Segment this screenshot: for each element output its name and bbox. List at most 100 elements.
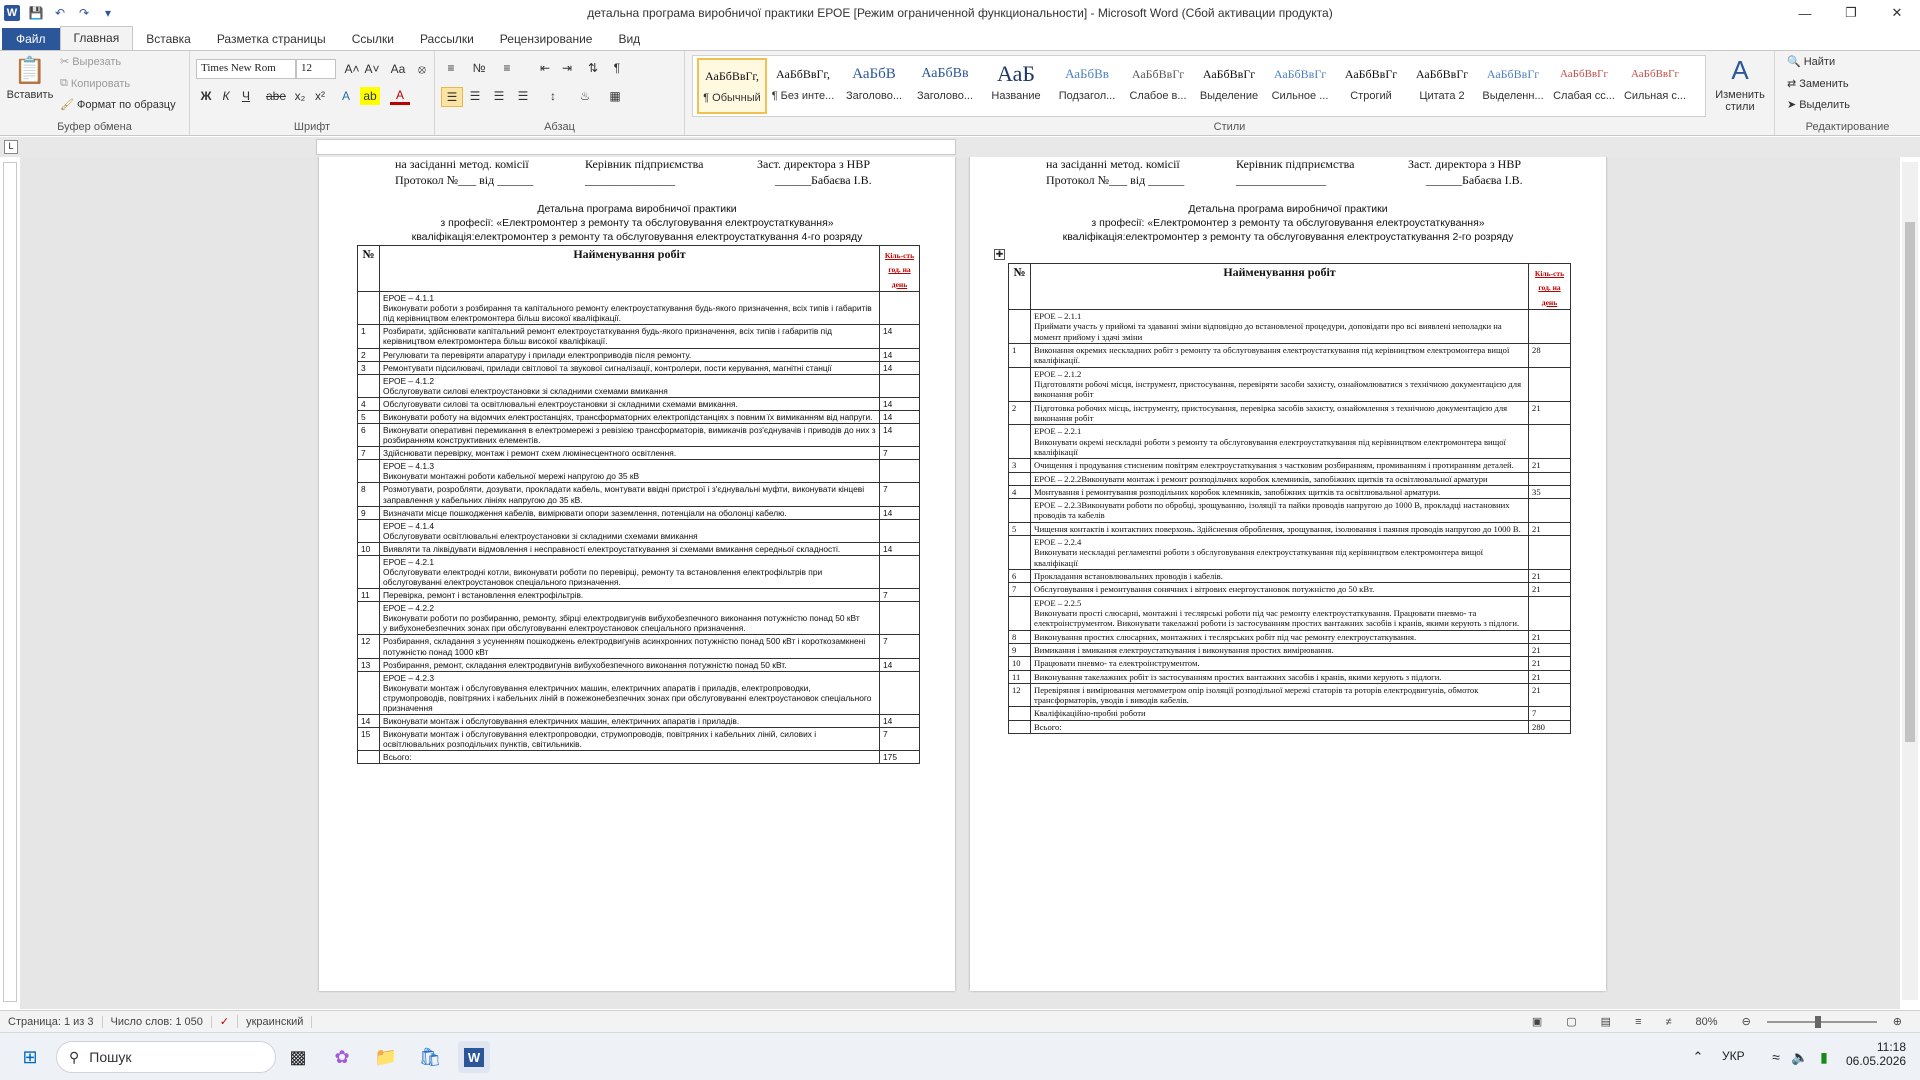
row-hours[interactable] xyxy=(1528,309,1571,345)
row-number[interactable]: 15 xyxy=(357,727,380,752)
row-number[interactable]: 10 xyxy=(357,541,380,556)
row-number[interactable] xyxy=(1008,498,1031,523)
row-hours[interactable] xyxy=(1528,366,1571,402)
row-hours[interactable]: 280 xyxy=(1528,719,1571,735)
row-hours[interactable] xyxy=(1528,498,1571,523)
row-number[interactable]: 10 xyxy=(1008,656,1031,671)
row-hours[interactable]: 21 xyxy=(1528,642,1571,658)
underline-button[interactable]: Ч xyxy=(236,87,256,105)
row-number[interactable] xyxy=(1008,706,1031,721)
multilevel-list-button[interactable]: ≡ xyxy=(497,59,517,77)
style-item[interactable]: АаБбВвГг, ¶ Обычный xyxy=(697,58,767,114)
row-number[interactable]: 2 xyxy=(357,347,380,362)
row-number[interactable]: 1 xyxy=(1008,343,1031,368)
row-hours[interactable]: 21 xyxy=(1528,669,1571,684)
font-name-combo[interactable]: Times New Rom xyxy=(196,59,296,79)
row-number[interactable]: 5 xyxy=(1008,521,1031,537)
language[interactable]: украинский xyxy=(238,1015,313,1028)
row-work[interactable]: Регулювати та перевіряти апаратуру і при… xyxy=(378,347,881,362)
row-number[interactable] xyxy=(1008,719,1031,735)
input-language[interactable]: УКР xyxy=(1722,1049,1745,1063)
borders-button[interactable]: ▦ xyxy=(605,87,625,105)
table-move-handle[interactable]: ✚ xyxy=(994,249,1005,260)
row-number[interactable]: 6 xyxy=(357,423,380,448)
row-number[interactable] xyxy=(357,670,380,715)
show-marks-button[interactable]: ¶ xyxy=(607,59,627,77)
row-work[interactable]: ЕРОЕ – 4.1.2 Обслуговувати силові електр… xyxy=(378,373,881,398)
vertical-ruler[interactable] xyxy=(3,162,17,1002)
row-hours[interactable]: 14 xyxy=(879,409,920,425)
row-hours[interactable]: 14 xyxy=(879,347,920,362)
bold-button[interactable]: Ж xyxy=(196,87,216,105)
draft-icon[interactable]: ≠ xyxy=(1657,1016,1679,1028)
row-number[interactable]: 14 xyxy=(357,713,380,729)
row-hours[interactable]: 14 xyxy=(879,423,920,448)
row-work[interactable]: ЕРОЕ – 2.2.4 Виконувати нескладні реглам… xyxy=(1029,535,1530,571)
zoom-level[interactable]: 80% xyxy=(1688,1016,1726,1028)
align-left-button[interactable]: ☰ xyxy=(441,87,463,107)
row-work[interactable]: Обслуговування і ремонтування сонячних і… xyxy=(1029,582,1530,597)
tab-page-layout[interactable]: Разметка страницы xyxy=(204,28,339,50)
row-work[interactable]: Очищення і продування стисненим повітрям… xyxy=(1029,458,1530,473)
sort-button[interactable]: ⇅ xyxy=(583,59,603,77)
scroll-thumb[interactable] xyxy=(1905,222,1915,742)
style-item[interactable]: АаБбВв Подзагол... xyxy=(1052,58,1122,114)
row-work[interactable]: ЕРОЕ – 2.2.1 Виконувати окремі нескладні… xyxy=(1029,424,1530,460)
minimize-icon[interactable]: — xyxy=(1782,0,1828,26)
row-work[interactable]: ЕРОЕ – 2.2.3Виконувати роботи по обробці… xyxy=(1029,498,1530,523)
copy-button[interactable]: ⧉ Копировать xyxy=(60,77,130,90)
row-hours[interactable]: 21 xyxy=(1528,629,1571,644)
row-hours[interactable]: 14 xyxy=(879,713,920,729)
row-hours[interactable]: 14 xyxy=(879,657,920,672)
redo-icon[interactable]: ↷ xyxy=(76,5,92,21)
row-hours[interactable] xyxy=(879,518,920,543)
row-number[interactable] xyxy=(357,459,380,484)
row-work[interactable]: Визначати місце пошкодження кабелів, вим… xyxy=(378,505,881,520)
row-number[interactable] xyxy=(357,554,380,590)
row-work[interactable]: Обслуговувати силові та освітлювальні ел… xyxy=(378,396,881,411)
tab-view[interactable]: Вид xyxy=(605,28,653,50)
font-size-combo[interactable]: 12 xyxy=(296,59,336,79)
row-work[interactable]: Працювати пневмо- та електроінструментом… xyxy=(1029,656,1530,671)
row-number[interactable]: 9 xyxy=(357,505,380,520)
row-hours[interactable]: 21 xyxy=(1528,569,1571,584)
row-hours[interactable]: 7 xyxy=(879,482,920,507)
tab-file[interactable]: Файл xyxy=(2,28,60,50)
row-work[interactable]: Виконування простих слюсарних, монтажних… xyxy=(1029,629,1530,644)
clock[interactable]: 11:18 06.05.2026 xyxy=(1846,1040,1906,1068)
taskbar-search[interactable]: ⚲ Пошук xyxy=(56,1041,276,1073)
save-icon[interactable]: 💾 xyxy=(28,5,44,21)
file-explorer-icon[interactable]: 📁 xyxy=(370,1041,402,1073)
row-work[interactable]: Виявляти та ліквідувати відмовлення і не… xyxy=(378,541,881,556)
row-hours[interactable]: 21 xyxy=(1528,400,1571,426)
chevron-up-icon[interactable]: ⌃ xyxy=(1682,1041,1714,1073)
row-number[interactable]: 1 xyxy=(357,324,380,349)
row-hours[interactable]: 21 xyxy=(1528,582,1571,597)
row-number[interactable] xyxy=(357,518,380,543)
row-number[interactable] xyxy=(1008,595,1031,631)
row-hours[interactable] xyxy=(1528,471,1571,486)
row-work[interactable]: ЕРОЕ – 4.1.3 Виконувати монтажні роботи … xyxy=(378,459,881,484)
tab-insert[interactable]: Вставка xyxy=(133,28,204,50)
row-work[interactable]: Вимикання і вмикання електроустаткування… xyxy=(1029,642,1530,658)
style-item[interactable]: АаБбВвГг, ¶ Без инте... xyxy=(768,58,838,114)
row-work[interactable]: Перевіряння і вимірювання мегомметром оп… xyxy=(1029,682,1530,708)
row-hours[interactable] xyxy=(879,373,920,398)
row-hours[interactable]: 28 xyxy=(1528,343,1571,368)
row-hours[interactable]: 14 xyxy=(879,360,920,375)
row-hours[interactable] xyxy=(1528,595,1571,631)
cut-button[interactable]: ✂ Вырезать xyxy=(60,55,121,69)
style-item[interactable]: АаБбВвГг Сильная с... xyxy=(1620,58,1690,114)
row-work[interactable]: ЕРОЕ – 2.1.1 Приймати участь у прийомі т… xyxy=(1029,309,1530,345)
word-count[interactable]: Число слов: 1 050 xyxy=(103,1015,212,1028)
row-hours[interactable] xyxy=(879,554,920,590)
row-work[interactable]: Прокладання встановлювальних проводів і … xyxy=(1029,569,1530,584)
style-item[interactable]: АаБбВвГг Сильное ... xyxy=(1265,58,1335,114)
row-hours[interactable] xyxy=(879,459,920,484)
italic-button[interactable]: К xyxy=(216,87,236,105)
change-case-button[interactable]: Aa xyxy=(388,60,408,78)
bullets-button[interactable]: ≡ xyxy=(441,59,461,77)
shrink-font-button[interactable]: A˅ xyxy=(362,60,382,78)
customize-qat-icon[interactable]: ▾ xyxy=(100,5,116,21)
row-work[interactable]: ЕРОЕ – 4.2.2 Виконувати роботи по розбир… xyxy=(378,601,881,636)
